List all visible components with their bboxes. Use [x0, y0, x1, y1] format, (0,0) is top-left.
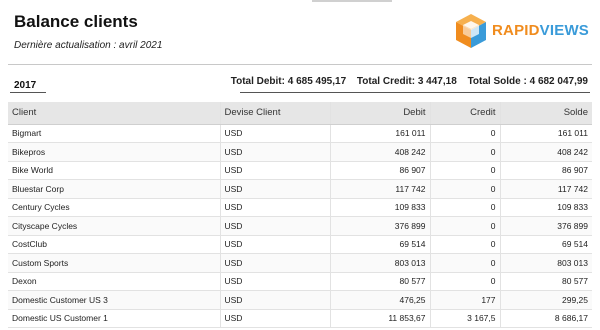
cell-currency: USD: [219, 198, 330, 217]
cell-debit: 161 011: [329, 124, 430, 143]
total-solde: Total Solde : 4 682 047,99: [467, 76, 588, 87]
cell-credit: 0: [429, 272, 500, 291]
cell-solde: 109 833: [499, 198, 592, 217]
table-row[interactable]: Domestic US Customer 1 USD 11 853,67 3 1…: [8, 309, 592, 328]
cell-currency: USD: [219, 290, 330, 310]
cell-currency: USD: [219, 272, 330, 291]
cell-credit: 0: [429, 253, 500, 273]
cell-currency: USD: [219, 309, 330, 328]
cell-credit: 0: [429, 198, 500, 217]
cell-credit: 0: [429, 124, 500, 143]
cell-solde: 8 686,17: [499, 309, 592, 328]
table-row[interactable]: Century Cycles USD 109 833 0 109 833: [8, 198, 592, 217]
cell-client: Custom Sports: [8, 253, 220, 273]
cell-solde: 161 011: [499, 124, 592, 143]
column-header-debit[interactable]: Debit: [329, 102, 430, 125]
table-row[interactable]: Bigmart USD 161 011 0 161 011: [8, 124, 592, 143]
cell-client: Cityscape Cycles: [8, 216, 220, 236]
cell-client: Bike World: [8, 161, 220, 180]
table-row[interactable]: Bluestar Corp USD 117 742 0 117 742: [8, 179, 592, 199]
cell-debit: 80 577: [329, 272, 430, 291]
cell-solde: 117 742: [499, 179, 592, 199]
total-credit: Total Credit: 3 447,18: [356, 76, 457, 87]
cell-credit: 3 167,5: [429, 309, 500, 328]
cell-credit: 0: [429, 235, 500, 254]
column-header-solde[interactable]: Solde: [499, 102, 592, 125]
cell-currency: USD: [219, 142, 330, 162]
scrollbar-thumb[interactable]: [312, 0, 392, 2]
cell-debit: 803 013: [329, 253, 430, 273]
year-label: 2017: [14, 80, 37, 91]
cell-client: Century Cycles: [8, 198, 220, 217]
rapidviews-logo: RAPIDVIEWS: [454, 12, 594, 50]
table-row[interactable]: Bikepros USD 408 242 0 408 242: [8, 142, 592, 162]
cell-currency: USD: [219, 161, 330, 180]
cell-currency: USD: [219, 179, 330, 199]
cell-client: CostClub: [8, 235, 220, 254]
cube-logo-icon: [456, 14, 486, 48]
totals-summary: Total Debit: 4 685 495,17 Total Credit: …: [223, 76, 588, 87]
cell-client: Dexon: [8, 272, 220, 291]
logo-wordmark: RAPIDVIEWS: [492, 22, 589, 39]
total-debit: Total Debit: 4 685 495,17: [230, 76, 347, 87]
cell-debit: 408 242: [329, 142, 430, 162]
cell-solde: 299,25: [499, 290, 592, 310]
column-header-credit[interactable]: Credit: [429, 102, 500, 125]
cell-client: Domestic Customer US 3: [8, 290, 220, 310]
logo-text-views: VIEWS: [539, 22, 590, 39]
cell-client: Domestic US Customer 1: [8, 309, 220, 328]
table-row[interactable]: Custom Sports USD 803 013 0 803 013: [8, 253, 592, 273]
cell-solde: 803 013: [499, 253, 592, 273]
balance-table: Client Devise Client Debit Credit Solde …: [8, 102, 592, 328]
cell-client: Bikepros: [8, 142, 220, 162]
cell-debit: 69 514: [329, 235, 430, 254]
cell-currency: USD: [219, 253, 330, 273]
cell-client: Bluestar Corp: [8, 179, 220, 199]
table-row[interactable]: Bike World USD 86 907 0 86 907: [8, 161, 592, 180]
cell-debit: 86 907: [329, 161, 430, 180]
cell-debit: 117 742: [329, 179, 430, 199]
cell-currency: USD: [219, 235, 330, 254]
report-title: Balance clients: [14, 12, 138, 31]
cell-debit: 109 833: [329, 198, 430, 217]
cell-solde: 376 899: [499, 216, 592, 236]
cell-currency: USD: [219, 124, 330, 143]
cell-client: Bigmart: [8, 124, 220, 143]
cell-credit: 0: [429, 216, 500, 236]
table-row[interactable]: Cityscape Cycles USD 376 899 0 376 899: [8, 216, 592, 236]
cell-solde: 86 907: [499, 161, 592, 180]
cell-credit: 0: [429, 142, 500, 162]
cell-credit: 177: [429, 290, 500, 310]
cell-debit: 476,25: [329, 290, 430, 310]
column-header-currency[interactable]: Devise Client: [219, 102, 330, 125]
table-row[interactable]: Dexon USD 80 577 0 80 577: [8, 272, 592, 291]
table-row[interactable]: Domestic Customer US 3 USD 476,25 177 29…: [8, 290, 592, 310]
table-body: Bigmart USD 161 011 0 161 011 Bikepros U…: [8, 124, 592, 328]
cell-credit: 0: [429, 179, 500, 199]
table-row[interactable]: CostClub USD 69 514 0 69 514: [8, 235, 592, 254]
balance-table-container: Client Devise Client Debit Credit Solde …: [8, 102, 592, 328]
cell-solde: 69 514: [499, 235, 592, 254]
cell-solde: 80 577: [499, 272, 592, 291]
totals-underline: [240, 92, 590, 93]
cell-debit: 11 853,67: [329, 309, 430, 328]
table-header-row: Client Devise Client Debit Credit Solde: [8, 102, 592, 125]
cell-debit: 376 899: [329, 216, 430, 236]
cell-credit: 0: [429, 161, 500, 180]
year-underline: [10, 92, 46, 93]
column-header-client[interactable]: Client: [8, 102, 220, 125]
cell-currency: USD: [219, 216, 330, 236]
header-divider: [8, 64, 592, 65]
logo-text-rapid: RAPID: [492, 22, 540, 39]
cell-solde: 408 242: [499, 142, 592, 162]
report-subtitle: Dernière actualisation : avril 2021: [14, 40, 163, 51]
